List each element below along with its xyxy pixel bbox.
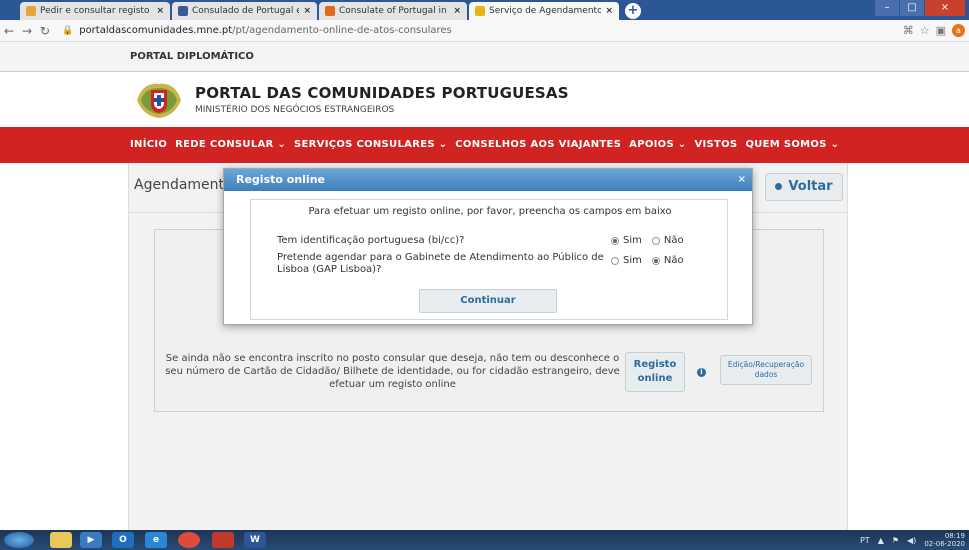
registo-label-1: Registo [633,359,677,370]
file-explorer-icon[interactable] [50,532,72,548]
registration-info-text: Se ainda não se encontra inscrito no pos… [165,353,620,390]
tab-favicon-icon [26,6,36,16]
radio-sim-gap[interactable] [611,256,619,265]
edicao-label-2: dados [754,370,778,379]
minimize-button[interactable]: – [875,0,899,16]
radio-nao-id[interactable] [651,236,660,245]
media-player-icon[interactable]: ▶ [80,532,102,548]
info-icon[interactable]: i [697,368,706,377]
radio-group-gap-lisboa: Sim Não [611,255,690,266]
browser-tabstrip: Pedir e consultar registo crimina × Cons… [0,0,969,20]
url-domain: portaldascomunidades.mne.pt [79,25,233,36]
radio-group-portuguese-id: Sim Não [611,235,690,246]
voltar-label: Voltar [788,179,833,194]
internet-explorer-icon[interactable]: e [145,532,167,548]
tab-close-icon[interactable]: × [156,6,164,16]
top-strip: PORTAL DIPLOMÁTICO [0,42,969,72]
volume-icon[interactable]: ◀) [907,536,916,545]
voltar-button[interactable]: Voltar [765,173,843,201]
back-dot-icon [775,183,783,190]
url-path: /pt/agendamento-online-de-atos-consulare… [232,25,452,36]
close-window-button[interactable]: × [925,0,965,16]
portugal-crest-icon [137,83,181,118]
radio-sim-label: Sim [623,255,642,266]
radio-sim-id[interactable] [611,236,619,245]
back-arrow-icon[interactable]: ← [0,24,18,38]
registo-label-2: online [637,373,673,384]
facebook-favicon-icon [178,6,188,16]
outlook-icon[interactable]: O [112,532,134,548]
radio-nao-label: Não [663,255,684,266]
question-gap-lisboa: Pretende agendar para o Gabinete de Aten… [277,252,604,275]
bookmark-star-icon[interactable]: ☆ [920,24,930,37]
browser-tab-1[interactable]: Pedir e consultar registo crimina × [20,2,170,20]
radio-sim-label: Sim [623,235,642,246]
windows-taskbar: ▶ O e W PT ▲ ⚑ ◀) 08:19 02-06-2020 [0,530,969,550]
nav-item-servicos-consulares[interactable]: SERVIÇOS CONSULARES ⌄ [294,139,447,150]
browser-tab-3[interactable]: Consulate of Portugal in New Be × [319,2,467,20]
maximize-button[interactable]: □ [900,0,924,16]
portal-diplomatico-link[interactable]: PORTAL DIPLOMÁTICO [130,51,254,62]
main-nav: INÍCIO REDE CONSULAR ⌄ SERVIÇOS CONSULAR… [0,127,969,163]
browser-tab-2[interactable]: Consulado de Portugal em New × [172,2,317,20]
clock-date: 02-06-2020 [924,540,965,548]
translate-icon[interactable]: ⌘ [903,24,914,37]
new-tab-button[interactable]: + [625,3,641,19]
tray-arrow-icon[interactable]: ▲ [878,536,884,545]
nav-item-vistos[interactable]: VISTOS [694,139,737,150]
extension-icon[interactable]: ▣ [936,24,946,37]
window-controls: – □ × [875,0,965,16]
registo-online-modal: Registo online × Para efetuar um registo… [223,168,753,325]
forward-arrow-icon[interactable]: → [18,24,36,38]
modal-close-icon[interactable]: × [738,169,746,191]
start-button[interactable] [4,532,34,548]
question-portuguese-id: Tem identificação portuguesa (bi/cc)? [277,235,465,246]
system-tray: PT ▲ ⚑ ◀) 08:19 02-06-2020 [860,532,965,548]
modal-title-bar: Registo online × [224,169,752,191]
word-icon[interactable]: W [244,532,266,548]
nav-item-conselhos-viajantes[interactable]: CONSELHOS AOS VIAJANTES [455,139,621,150]
edicao-recuperacao-button[interactable]: Edição/Recuperação dados [720,355,812,385]
nav-item-quem-somos[interactable]: QUEM SOMOS ⌄ [745,139,839,150]
language-indicator[interactable]: PT [860,536,870,545]
tab-favicon-icon [475,6,485,16]
chrome-icon[interactable] [178,532,200,548]
tab-close-icon[interactable]: × [605,6,613,16]
clock[interactable]: 08:19 02-06-2020 [924,532,965,548]
continuar-button[interactable]: Continuar [419,289,557,313]
nav-item-rede-consular[interactable]: REDE CONSULAR ⌄ [175,139,286,150]
nav-item-inicio[interactable]: INÍCIO [130,139,167,150]
site-title[interactable]: PORTAL DAS COMUNIDADES PORTUGUESAS [195,84,569,102]
edicao-label-1: Edição/Recuperação [727,360,805,369]
radio-nao-gap[interactable] [651,256,660,265]
site-subtitle: MINISTÉRIO DOS NEGÓCIOS ESTRANGEIROS [195,105,395,115]
modal-title: Registo online [236,173,325,186]
tab-favicon-icon [325,6,335,16]
nav-item-apoios[interactable]: APOIOS ⌄ [629,139,686,150]
clock-time: 08:19 [944,532,965,540]
app-icon[interactable] [212,532,234,548]
browser-extensions: ⌘ ☆ ▣ a [903,24,965,37]
site-header: PORTAL DAS COMUNIDADES PORTUGUESAS MINIS… [0,72,969,127]
reload-icon[interactable]: ↻ [36,24,54,38]
modal-intro-text: Para efetuar um registo online, por favo… [308,206,672,217]
address-bar: ← → ↻ 🔒 portaldascomunidades.mne.pt/pt/a… [0,20,969,42]
browser-tab-4-active[interactable]: Serviço de Agendamento Online × [469,2,619,20]
modal-form: Para efetuar um registo online, por favo… [250,199,728,320]
network-flag-icon[interactable]: ⚑ [892,536,899,545]
profile-avatar[interactable]: a [952,24,965,37]
url-field[interactable]: 🔒 portaldascomunidades.mne.pt/pt/agendam… [62,25,452,36]
tab-close-icon[interactable]: × [453,6,461,16]
lock-icon: 🔒 [62,25,74,36]
tab-close-icon[interactable]: × [303,6,311,16]
radio-nao-label: Não [663,235,684,246]
registo-online-button[interactable]: Registo online [625,352,685,392]
